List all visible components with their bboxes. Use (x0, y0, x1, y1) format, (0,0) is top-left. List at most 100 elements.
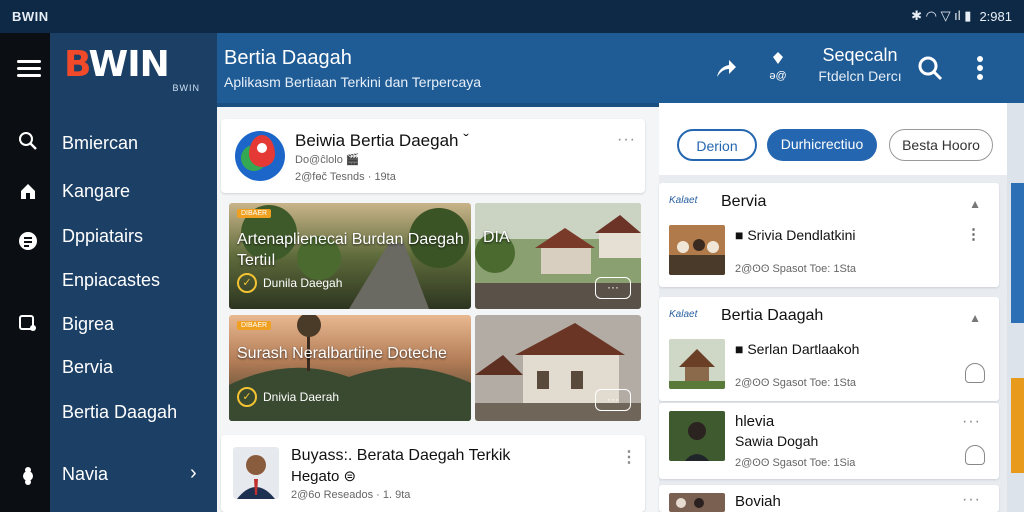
tile-caption: Surash Neralbartiine Doteche (237, 345, 447, 362)
status-app-label: BWIN (12, 9, 49, 24)
menu-icon[interactable] (17, 60, 41, 78)
card-headline: ■ Serlan Dartlaakoh (735, 341, 860, 357)
app-header: Bertia Daagah Aplikasm Bertiaan Terkini … (217, 33, 1024, 103)
icon-rail (0, 33, 50, 512)
card-subheadline: Sawia Dogah (735, 433, 819, 449)
verified-icon: ✓ (237, 273, 257, 293)
more-vertical-icon[interactable]: ⋮ (621, 447, 638, 467)
news-tile[interactable]: DIBAER Artenaplienecai Burdan Daegah Ter… (229, 203, 471, 309)
card-headline: ■ Srivia Dendlatkini (735, 227, 856, 243)
collapse-icon[interactable]: ▲ (969, 197, 981, 211)
signal-icons: ✱ ◠ ▽ ıl ▮ (911, 8, 972, 23)
post-card[interactable]: Beiwia Bertia Daegah ˇ Do@ĉlolo 🎬 2@fɵč … (221, 119, 645, 193)
post-title: Beiwia Bertia Daegah ˇ (295, 131, 469, 150)
tile-badge: DIBAER (237, 209, 272, 218)
more-icon[interactable]: ··· (962, 413, 981, 431)
page-subtitle: Aplikasm Bertiaan Terkini dan Terpercaya (224, 74, 482, 90)
news-thumbnail (669, 411, 725, 461)
post-time: 2@6o Reseados · 1. 9ta (291, 489, 411, 501)
sidebar-item-4[interactable]: Enpiacastes (62, 270, 160, 291)
card-meta: 2@ʘʘ Sgasot Toe: 1Sia (735, 457, 856, 469)
region-line-2: Ftdelcn Dercı (818, 68, 902, 84)
status-bar: BWIN ✱ ◠ ▽ ıl ▮ 2:981 (0, 0, 1024, 33)
post-title-line-2: Hegato ⊜ (291, 468, 357, 485)
location-button[interactable]: ə@ (763, 51, 793, 82)
more-icon[interactable]: ··· (595, 277, 631, 299)
post-time: 2@fɵč Tesnds · 19ta (295, 171, 396, 183)
news-list-card[interactable]: hlevia Sawia Dogah 2@ʘʘ Sgasot Toe: 1Sia… (659, 403, 999, 479)
maps-pin-icon (235, 131, 285, 181)
tile-source-name: Dunila Daegah (263, 276, 343, 290)
more-vertical-icon[interactable] (974, 55, 986, 81)
collapse-icon[interactable]: ▲ (969, 311, 981, 325)
brand-logo[interactable]: BWIN BWIN (64, 45, 204, 95)
region-line-1: Seqecaln (822, 45, 898, 65)
card-heading: Bervia (721, 193, 767, 210)
home-icon[interactable] (17, 181, 39, 203)
page-title: Bertia Daagah (224, 47, 352, 69)
card-meta: 2@ʘʘ Spasot Toe: 1Sta (735, 263, 857, 275)
notification-icon[interactable] (965, 445, 985, 465)
verified-icon: ✓ (237, 387, 257, 407)
news-tile[interactable]: DIBAER Surash Neralbartiine Doteche ✓ Dn… (229, 315, 471, 421)
sidebar-item-8[interactable]: Navia (62, 464, 108, 485)
card-meta: 2@ʘʘ Sgasot Toe: 1Sta (735, 377, 857, 389)
sidebar: BWIN BWIN Bmiercan Kangare Dppiatairs En… (50, 33, 217, 512)
region-selector[interactable]: Seqecaln Ftdelcn Dercı (815, 45, 905, 84)
card-kicker: Kalaet (669, 195, 698, 206)
sidebar-item-6[interactable]: Bervia (62, 357, 113, 378)
more-icon[interactable]: ··· (617, 131, 636, 149)
search-icon[interactable] (917, 55, 943, 81)
category-icon[interactable] (17, 231, 39, 253)
sidebar-item-2[interactable]: Kangare (62, 181, 130, 202)
more-icon[interactable]: ··· (962, 491, 981, 509)
news-list-card[interactable]: Kalaet Bervia ▲ ■ Srivia Dendlatkini 2@ʘ… (659, 183, 999, 287)
author-avatar (233, 447, 279, 499)
location-label: ə@ (769, 70, 787, 82)
sidebar-item-1[interactable]: Bmiercan (62, 133, 138, 154)
sidebar-item-5[interactable]: Bigrea (62, 314, 114, 335)
tab-latest[interactable]: Besta Hooro (889, 129, 993, 161)
edge-panel (1007, 103, 1024, 512)
bookmark-icon[interactable] (17, 313, 39, 335)
news-thumbnail (669, 339, 725, 389)
edge-card-orange[interactable] (1011, 378, 1024, 473)
sidebar-item-3[interactable]: Dppiatairs (62, 226, 143, 247)
more-vertical-icon[interactable]: ⋮ (966, 225, 981, 243)
news-thumbnail (669, 493, 725, 512)
edge-card-blue[interactable] (1011, 183, 1024, 323)
news-list-card[interactable]: Kalaet Bertia Daagah ▲ ■ Serlan Dartlaak… (659, 297, 999, 401)
news-thumbnail (669, 225, 725, 275)
tile-caption: DIA (483, 229, 510, 246)
tile-badge: DIBAER (237, 321, 272, 330)
tile-source-name: Dnivia Daerah (263, 390, 340, 404)
side-panel: Derion Durhicrectiuo Besta Hooro Kalaet … (659, 103, 1007, 512)
more-icon[interactable]: ··· (595, 389, 631, 411)
post-card[interactable]: Buyass:. Berata Daegah Terkik Hegato ⊜ 2… (221, 435, 645, 512)
news-list-card[interactable]: Boviah ··· (659, 485, 999, 512)
card-heading: Bertia Daagah (721, 307, 824, 324)
logo-wordmark: WIN (88, 44, 169, 85)
card-headline: hlevia (735, 413, 775, 430)
card-kicker: Kalaet (669, 309, 698, 320)
post-title: Buyass:. Berata Daegah Terkik (291, 447, 511, 464)
post-source: Do@ĉlolo 🎬 (295, 154, 360, 166)
tile-caption: Artenaplienecai Burdan Daegah Tertiıl (237, 231, 464, 269)
status-time: 2:981 (979, 8, 1012, 24)
news-tile[interactable]: ··· (475, 315, 641, 421)
chevron-right-icon[interactable]: › (190, 462, 197, 485)
sidebar-item-7[interactable]: Bertia Daagah (62, 402, 177, 423)
logo-subtext: BWIN (172, 83, 200, 93)
tab-region[interactable]: Derion (677, 129, 757, 161)
news-tile[interactable]: DIA ··· (475, 203, 641, 309)
card-headline: Boviah (735, 493, 781, 510)
status-indicators: ✱ ◠ ▽ ıl ▮ 2:981 (911, 8, 1012, 24)
tab-active[interactable]: Durhicrectiuo (767, 129, 877, 161)
share-icon[interactable] (713, 55, 739, 81)
news-feed: Beiwia Bertia Daegah ˇ Do@ĉlolo 🎬 2@fɵč … (217, 107, 659, 512)
notification-icon[interactable] (965, 363, 985, 383)
tile-source: ✓ Dunila Daegah (237, 273, 342, 293)
logo-letter: B (64, 44, 90, 85)
search-icon[interactable] (17, 131, 39, 153)
settings-icon[interactable] (17, 466, 39, 488)
